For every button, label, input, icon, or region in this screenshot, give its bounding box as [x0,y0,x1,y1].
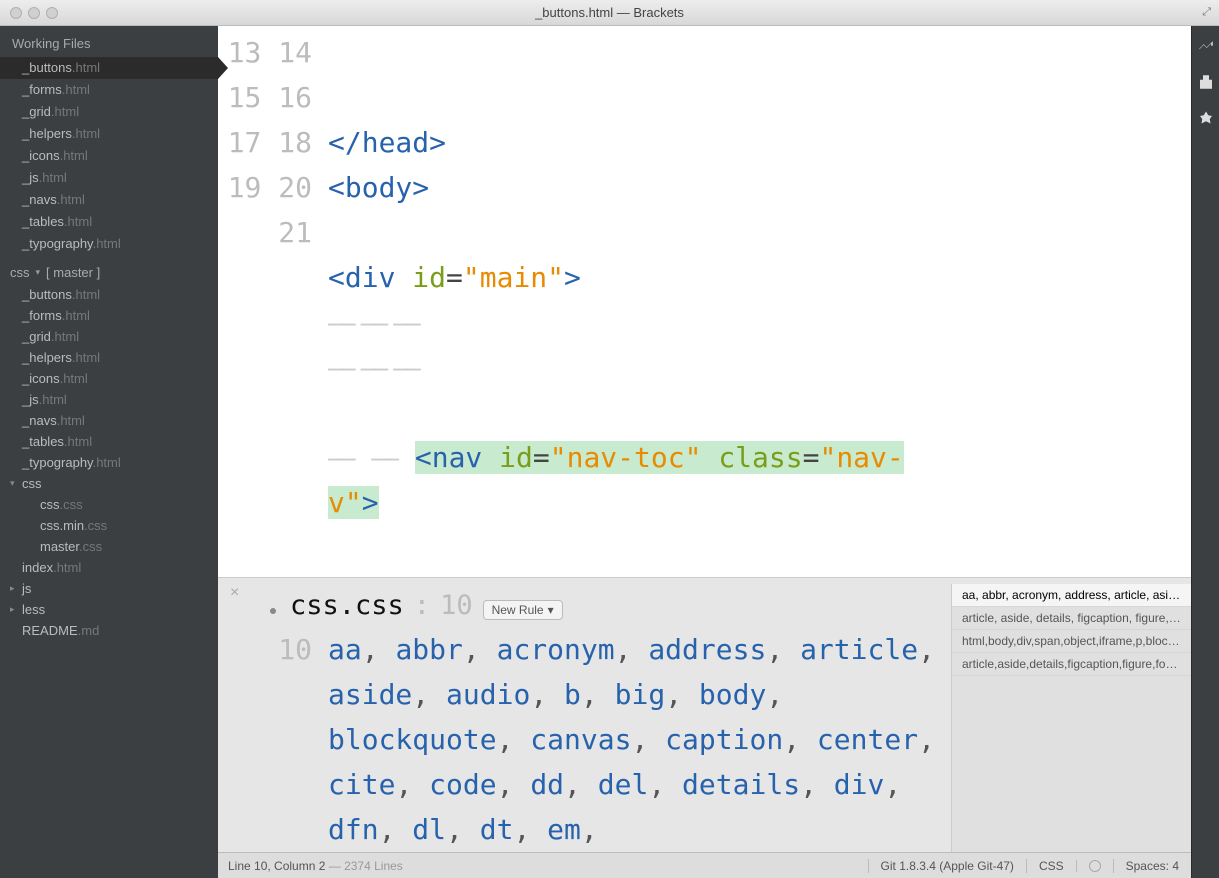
tree-folder[interactable]: less [0,599,218,620]
code-token [701,441,718,474]
code-fold-marker[interactable]: —— —— —— [328,351,415,384]
tree-file[interactable]: index.html [0,557,218,578]
code-token: <nav [415,441,499,474]
code-token: "nav- [819,441,903,474]
fullscreen-icon[interactable]: ⤢ [1202,6,1211,19]
language-mode[interactable]: CSS [1026,859,1076,873]
inline-selectors[interactable]: aa, abbr, acronym, address, article, asi… [328,627,951,852]
editor-gutter: 13 14 15 16 17 18 19 20 21 [218,26,328,577]
lint-status-icon[interactable] [1076,860,1113,872]
code-token: > [362,486,379,519]
inline-editor-header: css.css : 10 New Rule ▾ [218,584,951,627]
extension-manager-icon[interactable] [1197,73,1215,96]
code-token: v" [328,486,362,519]
tree-file[interactable]: _grid.html [0,326,218,347]
tree-file[interactable]: master.css [0,536,218,557]
code-token: </head> [328,126,446,159]
tree-file[interactable]: _buttons.html [0,284,218,305]
git-branch-label: [ master ] [46,265,100,280]
working-file-item[interactable]: _buttons.html [0,57,218,79]
code-token: <div [328,261,412,294]
total-lines: — 2374 Lines [325,859,402,873]
sidebar: Working Files _buttons.html_forms.html_g… [0,26,218,878]
settings-icon[interactable] [1197,110,1215,133]
code-token: <body> [328,171,429,204]
code-token: = [533,441,550,474]
code-token: "nav-toc" [550,441,702,474]
code-fold-marker[interactable]: —— —— [328,441,415,474]
window-title: _buttons.html — Brackets [0,5,1219,20]
project-name: css [10,265,30,280]
inline-line-number: 10 [440,590,473,621]
rule-list-item[interactable]: aa, abbr, acronym, address, article, asi… [952,584,1191,607]
working-files-list: _buttons.html_forms.html_grid.html_helpe… [0,57,218,255]
working-files-header: Working Files [0,26,218,57]
file-tree: _buttons.html_forms.html_grid.html_helpe… [0,284,218,641]
tree-folder[interactable]: css [0,473,218,494]
chevron-down-icon: ▾ [36,267,41,278]
titlebar: _buttons.html — Brackets ⤢ [0,0,1219,26]
window-controls[interactable] [10,7,58,19]
live-preview-icon[interactable] [1197,36,1215,59]
code-token: > [564,261,581,294]
tree-file[interactable]: _tables.html [0,431,218,452]
status-bar: Line 10, Column 2 — 2374 Lines Git 1.8.3… [218,852,1191,878]
tree-folder[interactable]: js [0,578,218,599]
code-token: class [718,441,802,474]
working-file-item[interactable]: _grid.html [0,101,218,123]
inline-code-area[interactable]: 10 aa, abbr, acronym, address, article, … [218,627,951,852]
tree-file[interactable]: _helpers.html [0,347,218,368]
working-file-item[interactable]: _helpers.html [0,123,218,145]
project-header[interactable]: css ▾ [ master ] [0,255,218,284]
working-file-item[interactable]: _typography.html [0,233,218,255]
tree-file[interactable]: _forms.html [0,305,218,326]
close-window-icon[interactable] [10,7,22,19]
zoom-window-icon[interactable] [46,7,58,19]
main-editor[interactable]: 13 14 15 16 17 18 19 20 21 </head> <body… [218,26,1191,577]
indent-setting[interactable]: Spaces: 4 [1113,859,1191,873]
extensions-rail [1191,26,1219,878]
code-token: id [412,261,446,294]
code-token: = [803,441,820,474]
tree-file[interactable]: css.min.css [0,515,218,536]
editor-code[interactable]: </head> <body> <div id="main"> —— —— —— … [328,26,1191,577]
close-icon[interactable]: × [230,584,239,602]
git-status[interactable]: Git 1.8.3.4 (Apple Git-47) [868,859,1026,873]
rule-list-item[interactable]: html,body,div,span,object,iframe,p,block… [952,630,1191,653]
rule-list-item[interactable]: article, aside, details, figcaption, fig… [952,607,1191,630]
code-token: = [446,261,463,294]
new-rule-button[interactable]: New Rule ▾ [483,600,563,620]
inline-filename[interactable]: css.css [290,590,404,621]
rule-list: aa, abbr, acronym, address, article, asi… [951,584,1191,852]
working-file-item[interactable]: _navs.html [0,189,218,211]
inline-css-editor: × css.css : 10 New Rule ▾ 10 aa, abbr, a… [218,577,1191,852]
dirty-indicator-icon [270,608,276,614]
working-file-item[interactable]: _icons.html [0,145,218,167]
tree-file[interactable]: _navs.html [0,410,218,431]
tree-file[interactable]: css.css [0,494,218,515]
tree-file[interactable]: _typography.html [0,452,218,473]
inline-gutter: 10 [218,627,328,852]
chevron-down-icon: ▾ [548,603,554,617]
working-file-item[interactable]: _js.html [0,167,218,189]
rule-list-item[interactable]: article,aside,details,figcaption,figure,… [952,653,1191,676]
code-token: id [499,441,533,474]
minimize-window-icon[interactable] [28,7,40,19]
code-fold-marker[interactable]: —— —— —— [328,306,415,339]
tree-file[interactable]: _js.html [0,389,218,410]
working-file-item[interactable]: _forms.html [0,79,218,101]
tree-file[interactable]: README.md [0,620,218,641]
working-file-item[interactable]: _tables.html [0,211,218,233]
cursor-position[interactable]: Line 10, Column 2 [228,859,325,873]
inline-colon: : [414,590,430,621]
tree-file[interactable]: _icons.html [0,368,218,389]
code-token: "main" [463,261,564,294]
